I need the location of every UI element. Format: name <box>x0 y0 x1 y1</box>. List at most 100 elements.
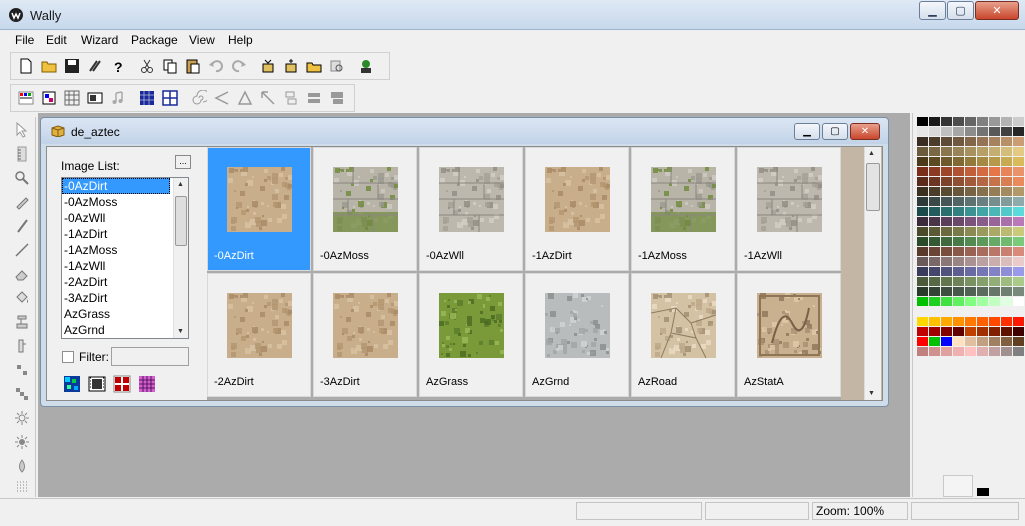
drop-tool[interactable] <box>10 455 34 477</box>
maximize-button[interactable]: ▢ <box>947 1 974 20</box>
image-list-item[interactable]: AzGrass <box>62 306 188 322</box>
palette-swatch[interactable] <box>989 317 1000 326</box>
palette-swatch[interactable] <box>941 207 952 216</box>
help-button[interactable]: ? <box>107 55 129 77</box>
palette-swatch[interactable] <box>941 237 952 246</box>
package-open-button[interactable] <box>257 55 279 77</box>
palette-swatch[interactable] <box>953 327 964 336</box>
smudge-tool[interactable] <box>10 335 34 357</box>
spiral-tool-button[interactable] <box>188 87 210 109</box>
palette-swatch[interactable] <box>917 137 928 146</box>
palette-swatch[interactable] <box>941 197 952 206</box>
image-list-item[interactable]: -0AzDirt <box>62 178 170 194</box>
texture-tile[interactable]: -1AzWll <box>737 147 841 271</box>
palette-swatch[interactable] <box>1001 317 1012 326</box>
scroll-down-icon[interactable]: ▼ <box>177 328 184 335</box>
palette-swatch[interactable] <box>941 287 952 296</box>
palette-swatch[interactable] <box>953 197 964 206</box>
palette-swatch[interactable] <box>929 147 940 156</box>
sound-view-button[interactable] <box>107 87 129 109</box>
image-list[interactable]: -0AzDirt -0AzMoss -0AzWll -1AzDirt -1AzMoss -… <box>61 177 189 339</box>
palette-swatch[interactable] <box>917 167 928 176</box>
eraser-tool[interactable] <box>10 263 34 285</box>
palette-swatch[interactable] <box>989 197 1000 206</box>
palette-swatch[interactable] <box>929 197 940 206</box>
palette-swatch[interactable] <box>941 167 952 176</box>
palette-swatch[interactable] <box>917 337 928 346</box>
palette-swatch[interactable] <box>1013 297 1024 306</box>
texture-tile[interactable]: -0AzWll <box>419 147 523 271</box>
palette-swatch[interactable] <box>953 347 964 356</box>
stamp-tool[interactable] <box>10 311 34 333</box>
pattern-mode-button[interactable] <box>136 373 158 395</box>
palette-swatch[interactable] <box>989 307 1000 316</box>
palette-swatch[interactable] <box>941 307 952 316</box>
image-list-item[interactable]: -3AzDirt <box>62 290 188 306</box>
palette-swatch[interactable] <box>989 227 1000 236</box>
ruler-tool[interactable] <box>10 143 34 165</box>
palette-swatch[interactable] <box>989 187 1000 196</box>
palette-swatch[interactable] <box>941 337 952 346</box>
palette-swatch[interactable] <box>953 207 964 216</box>
palette-swatch[interactable] <box>965 287 976 296</box>
palette-swatch[interactable] <box>977 267 988 276</box>
palette-swatch[interactable] <box>977 257 988 266</box>
palette-swatch[interactable] <box>977 207 988 216</box>
palette-swatch[interactable] <box>941 227 952 236</box>
palette-swatch[interactable] <box>953 317 964 326</box>
texture-tile[interactable]: -3AzDirt <box>313 273 417 397</box>
palette-swatch[interactable] <box>1013 247 1024 256</box>
redo-button[interactable] <box>228 55 250 77</box>
palette-swatch[interactable] <box>1001 287 1012 296</box>
palette-swatch[interactable] <box>929 127 940 136</box>
palette-swatch[interactable] <box>965 347 976 356</box>
palette-swatch[interactable] <box>941 297 952 306</box>
palette-swatch[interactable] <box>1013 177 1024 186</box>
palette-swatch[interactable] <box>953 287 964 296</box>
palette-swatch[interactable] <box>929 257 940 266</box>
palette-swatch[interactable] <box>929 237 940 246</box>
palette-swatch[interactable] <box>929 157 940 166</box>
palette-swatch[interactable] <box>977 327 988 336</box>
image-list-scroll-thumb[interactable] <box>175 196 187 246</box>
triangle-tool-button[interactable] <box>234 87 256 109</box>
texture-tile[interactable]: AzGrass <box>419 273 523 397</box>
palette-swatch[interactable] <box>977 177 988 186</box>
palette-swatch[interactable] <box>989 177 1000 186</box>
palette-swatch[interactable] <box>929 337 940 346</box>
lines-tool-button[interactable] <box>211 87 233 109</box>
package-window-titlebar[interactable]: de_aztec ▁ ▢ ✕ <box>41 118 888 144</box>
palette-swatch[interactable] <box>977 187 988 196</box>
texture-tile[interactable]: -0AzMoss <box>313 147 417 271</box>
palette-swatch[interactable] <box>1013 327 1024 336</box>
palette-swatch[interactable] <box>941 257 952 266</box>
open-button[interactable] <box>38 55 60 77</box>
sun-tool[interactable] <box>10 407 34 429</box>
palette-swatch[interactable] <box>941 267 952 276</box>
palette-swatch[interactable] <box>917 247 928 256</box>
palette-swatch[interactable] <box>965 157 976 166</box>
palette-swatch[interactable] <box>953 277 964 286</box>
palette-swatch[interactable] <box>1001 247 1012 256</box>
palette-swatch[interactable] <box>977 317 988 326</box>
palette-swatch[interactable] <box>941 327 952 336</box>
palette-swatch[interactable] <box>929 297 940 306</box>
palette-swatch[interactable] <box>965 167 976 176</box>
palette-swatch[interactable] <box>989 287 1000 296</box>
palette-swatch[interactable] <box>977 287 988 296</box>
filter-checkbox[interactable] <box>62 351 74 363</box>
rect-tool-button[interactable] <box>280 87 302 109</box>
scroll-up-icon[interactable]: ▲ <box>177 181 184 188</box>
palette-swatch[interactable] <box>941 117 952 126</box>
palette-swatch[interactable] <box>1013 127 1024 136</box>
palette-swatch[interactable] <box>965 127 976 136</box>
palette-swatch[interactable] <box>953 267 964 276</box>
palette-swatch[interactable] <box>917 197 928 206</box>
palette-swatch[interactable] <box>1001 227 1012 236</box>
palette-swatch[interactable] <box>941 157 952 166</box>
grid-fill-button[interactable] <box>136 87 158 109</box>
package-search-button[interactable] <box>326 55 348 77</box>
palette-swatch[interactable] <box>965 227 976 236</box>
palette-swatch[interactable] <box>941 137 952 146</box>
grid-lines-button[interactable] <box>159 87 181 109</box>
